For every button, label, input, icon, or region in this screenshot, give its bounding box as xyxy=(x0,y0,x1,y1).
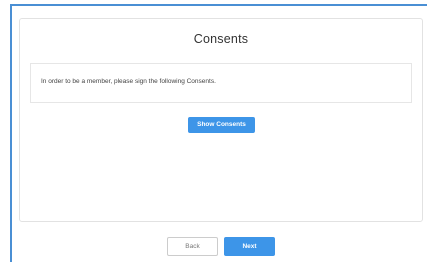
next-button[interactable]: Next xyxy=(224,237,275,256)
consent-message-box: In order to be a member, please sign the… xyxy=(30,63,412,103)
consents-card: Consents In order to be a member, please… xyxy=(19,18,423,222)
consent-message: In order to be a member, please sign the… xyxy=(41,78,216,85)
page-title: Consents xyxy=(193,32,249,46)
show-consents-button[interactable]: Show Consents xyxy=(188,117,255,133)
back-button[interactable]: Back xyxy=(167,237,218,256)
